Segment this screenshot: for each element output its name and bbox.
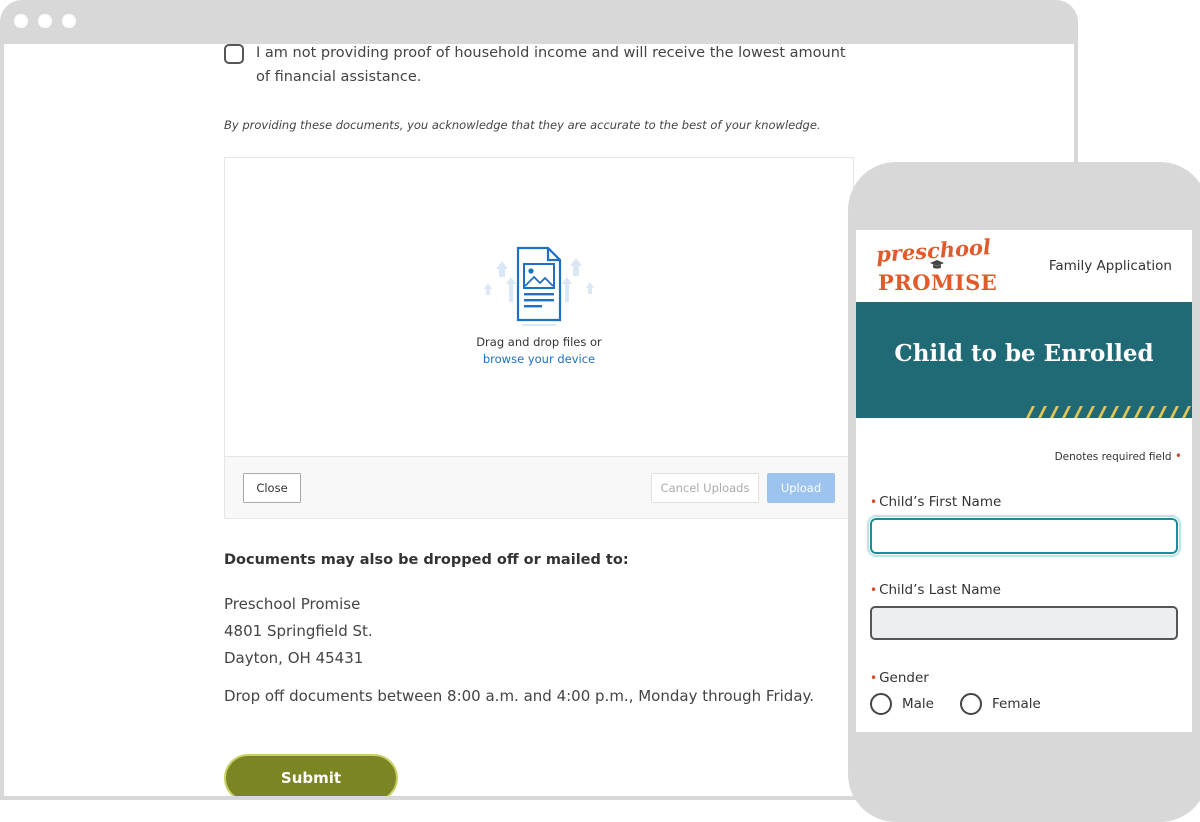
gender-label: • Gender <box>870 670 929 686</box>
required-field-note: Denotes required field • <box>1055 449 1182 463</box>
required-dot-icon: • <box>870 671 878 685</box>
banner-title: Child to be Enrolled <box>894 340 1154 367</box>
window-dot-maximize[interactable] <box>62 14 76 28</box>
address-line-name: Preschool Promise <box>224 595 361 613</box>
first-name-label: • Child’s First Name <box>870 494 1001 510</box>
graduation-cap-icon <box>930 260 944 269</box>
mobile-screen: preschool PROMISE Family Application Chi… <box>856 230 1192 732</box>
last-name-input[interactable] <box>870 606 1178 640</box>
file-upload-dropzone[interactable]: Drag and drop files or browse your devic… <box>224 157 854 519</box>
required-note-text: Denotes required field <box>1054 451 1172 463</box>
gender-radio-group: Male Female <box>870 693 1041 715</box>
income-opt-out-checkbox[interactable] <box>224 44 244 64</box>
upload-button[interactable]: Upload <box>767 473 835 503</box>
close-button[interactable]: Close <box>243 473 301 503</box>
required-dot-icon: • <box>870 495 878 509</box>
gender-label-text: Gender <box>879 670 929 686</box>
window-controls <box>14 14 76 28</box>
decorative-stripes <box>1026 406 1191 418</box>
drag-drop-text: Drag and drop files or <box>476 335 602 349</box>
window-dot-close[interactable] <box>14 14 28 28</box>
first-name-input[interactable] <box>867 515 1181 557</box>
mobile-header: preschool PROMISE Family Application <box>856 230 1192 302</box>
mailing-address: Preschool Promise 4801 Springfield St. D… <box>224 591 373 672</box>
document-image-icon <box>484 246 594 326</box>
gender-option-female[interactable]: Female <box>959 693 1041 715</box>
browse-device-link[interactable]: browse your device <box>225 352 853 366</box>
cancel-uploads-button[interactable]: Cancel Uploads <box>651 473 759 503</box>
income-opt-out-row[interactable]: I am not providing proof of household in… <box>224 44 864 89</box>
radio-button-male[interactable] <box>870 693 892 715</box>
first-name-label-text: Child’s First Name <box>879 494 1002 510</box>
submit-button[interactable]: Submit <box>224 754 398 796</box>
mail-heading: Documents may also be dropped off or mai… <box>224 552 629 568</box>
window-dot-minimize[interactable] <box>38 14 52 28</box>
last-name-label-text: Child’s Last Name <box>879 582 1001 598</box>
acknowledgement-text: By providing these documents, you acknow… <box>224 118 821 132</box>
income-opt-out-label: I am not providing proof of household in… <box>256 45 846 85</box>
required-dot-icon: • <box>1174 449 1182 463</box>
section-banner: Child to be Enrolled <box>856 302 1192 418</box>
address-line-city: Dayton, OH 45431 <box>224 649 364 667</box>
dropzone-footer: Close Cancel Uploads Upload <box>225 456 853 518</box>
header-title: Family Application <box>1048 258 1172 274</box>
logo-text-promise: PROMISE <box>878 270 998 295</box>
gender-option-male-label: Male <box>902 696 934 712</box>
required-dot-icon: • <box>870 583 878 597</box>
radio-button-female[interactable] <box>959 693 982 715</box>
dropzone-area[interactable]: Drag and drop files or browse your devic… <box>225 158 853 456</box>
mobile-device-frame: preschool PROMISE Family Application Chi… <box>848 162 1200 822</box>
last-name-label: • Child’s Last Name <box>870 582 1001 598</box>
drop-off-hours: Drop off documents between 8:00 a.m. and… <box>224 687 815 705</box>
address-line-street: 4801 Springfield St. <box>224 622 373 640</box>
gender-option-female-label: Female <box>991 696 1041 712</box>
gender-option-male[interactable]: Male <box>870 693 934 715</box>
